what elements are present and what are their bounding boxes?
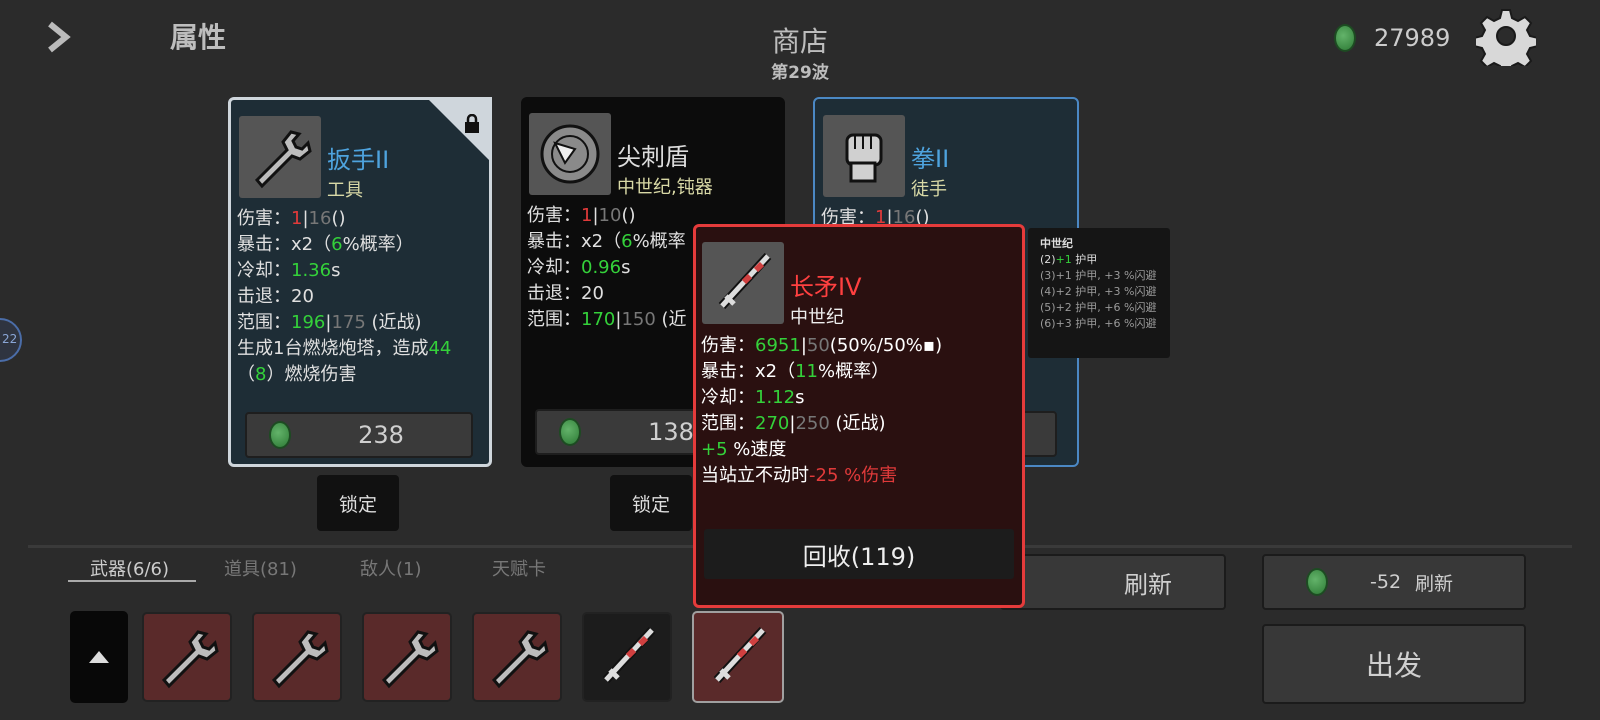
side-badge[interactable]: 22 xyxy=(0,318,22,362)
popup-stats: 伤害：6951|50(50%/50%▪) 暴击：x2（11%概率） 冷却：1.1… xyxy=(701,335,943,486)
triangle-up-icon xyxy=(89,651,109,663)
tab-enemies[interactable]: 敌人(1) xyxy=(360,555,422,581)
refresh-button[interactable]: 刷新 xyxy=(1000,554,1226,610)
side-badge-label: 22 xyxy=(2,332,18,346)
refresh-cost-label: 刷新 xyxy=(1415,572,1454,595)
inventory-slot-wrench[interactable] xyxy=(142,612,232,702)
coin-count: 27989 xyxy=(1374,24,1451,52)
wrench-icon xyxy=(491,630,549,689)
popup-item-name: 长矛IV xyxy=(790,273,862,301)
wave-label: 第29波 xyxy=(771,63,829,83)
set-bonus-tooltip: 中世纪 (2)+1 护甲 (3)+1 护甲, +3 %闪避 (4)+2 护甲, … xyxy=(1028,228,1170,358)
buy-button[interactable]: 238 xyxy=(245,412,473,458)
coin-icon xyxy=(559,418,581,446)
coin-icon xyxy=(1306,568,1328,596)
card-type: 中世纪,钝器 xyxy=(617,177,713,198)
refresh-cost: -52 xyxy=(1370,571,1402,593)
recycle-button[interactable]: 回收(119) xyxy=(704,529,1014,579)
card-stats: 伤害：1|16() 暴击：x2（6%概率） 冷却：1.36s 击退：20 范围：… xyxy=(237,208,452,385)
spear-icon xyxy=(602,626,656,684)
coin-icon xyxy=(269,421,291,449)
shop-title: 商店 xyxy=(771,25,828,58)
wrench-icon xyxy=(271,630,329,689)
stats-tab[interactable]: 属性 xyxy=(170,16,226,56)
spear-icon xyxy=(702,242,784,324)
locked-corner xyxy=(426,97,492,163)
lock-icon xyxy=(463,113,481,138)
lock-button[interactable]: 锁定 xyxy=(317,475,399,531)
tab-talent-cards[interactable]: 天赋卡 xyxy=(492,555,546,581)
card-type: 工具 xyxy=(327,180,363,201)
wrench-icon xyxy=(161,630,219,689)
inventory-slot-spear[interactable] xyxy=(582,612,672,702)
coin-icon xyxy=(1334,24,1356,52)
go-button[interactable]: 出发 xyxy=(1262,624,1526,704)
wrench-icon xyxy=(381,630,439,689)
inventory-slot-wrench[interactable] xyxy=(252,612,342,702)
spiked-shield-icon xyxy=(529,113,611,195)
fist-small-icon: ▪ xyxy=(922,335,936,356)
refresh-label: 刷新 xyxy=(1124,570,1172,599)
gear-icon xyxy=(1473,9,1539,75)
card-stats: 伤害：1|10() 暴击：x2（6%概率 冷却：0.96s 击退：20 范围：1… xyxy=(527,205,687,330)
inventory-slot-spear-selected[interactable] xyxy=(692,611,784,703)
price: 238 xyxy=(358,421,404,449)
settings-button[interactable] xyxy=(1473,6,1539,75)
lock-button[interactable]: 锁定 xyxy=(610,475,692,531)
collapse-button[interactable] xyxy=(70,611,128,703)
tab-items[interactable]: 道具(81) xyxy=(224,555,297,581)
spear-icon xyxy=(713,626,767,684)
shop-card-wrench[interactable]: 扳手II 工具 伤害：1|16() 暴击：x2（6%概率） 冷却：1.36s 击… xyxy=(228,97,492,467)
inventory-slot-wrench[interactable] xyxy=(472,612,562,702)
card-type: 徒手 xyxy=(911,179,947,200)
card-name: 扳手II xyxy=(327,146,390,174)
tab-underline xyxy=(68,580,196,582)
card-name: 拳II xyxy=(911,145,950,173)
tab-weapons[interactable]: 武器(6/6) xyxy=(90,555,169,581)
chevron-right-icon xyxy=(48,21,71,53)
fist-icon xyxy=(823,115,905,197)
paid-refresh-button[interactable]: -52 刷新 xyxy=(1262,554,1526,610)
back-button[interactable] xyxy=(42,20,76,54)
card-name: 尖刺盾 xyxy=(617,143,689,171)
item-detail-popup: 长矛IV 中世纪 伤害：6951|50(50%/50%▪) 暴击：x2（11%概… xyxy=(693,224,1025,608)
inventory-slot-wrench[interactable] xyxy=(362,612,452,702)
popup-item-type: 中世纪 xyxy=(790,307,844,328)
wrench-icon xyxy=(239,116,321,198)
